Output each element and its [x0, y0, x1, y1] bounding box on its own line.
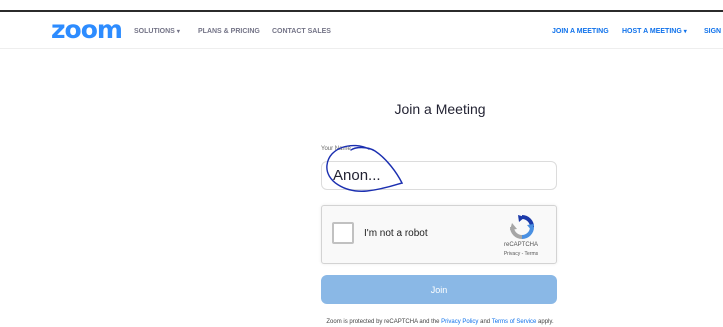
- recaptcha-widget: I'm not a robot reCAPTCHA Privacy - Term…: [321, 205, 557, 264]
- recaptcha-footer: Zoom is protected by reCAPTCHA and the P…: [0, 319, 723, 325]
- nav-plans-pricing[interactable]: PLANS & PRICING: [198, 28, 260, 35]
- recaptcha-brand: reCAPTCHA: [503, 242, 538, 248]
- nav-join-meeting[interactable]: JOIN A MEETING: [552, 28, 609, 35]
- page-title: Join a Meeting: [394, 101, 486, 117]
- terms-of-service-link[interactable]: Terms of Service: [492, 319, 537, 325]
- your-name-input[interactable]: [321, 161, 557, 190]
- chevron-down-icon: ▾: [176, 29, 180, 35]
- your-name-label: Your Name: [321, 146, 351, 152]
- nav-solutions-label: SOLUTIONS: [134, 28, 175, 35]
- chevron-down-icon: ▾: [683, 29, 687, 35]
- nav-sign-in[interactable]: SIGN: [704, 28, 721, 35]
- recaptcha-checkbox[interactable]: [332, 222, 354, 244]
- nav-host-meeting-label: HOST A MEETING: [622, 28, 682, 35]
- nav-solutions[interactable]: SOLUTIONS ▾: [134, 28, 180, 35]
- footer-text-prefix: Zoom is protected by reCAPTCHA and the: [326, 319, 442, 325]
- recaptcha-logo-icon: [510, 215, 534, 239]
- recaptcha-checkbox-label: I'm not a robot: [364, 228, 428, 239]
- privacy-policy-link[interactable]: Privacy Policy: [441, 319, 478, 325]
- footer-text-suffix: apply.: [536, 319, 554, 325]
- site-header: zoom SOLUTIONS ▾ PLANS & PRICING CONTACT …: [0, 12, 723, 49]
- footer-text-middle: and: [478, 319, 492, 325]
- nav-host-meeting[interactable]: HOST A MEETING ▾: [622, 28, 687, 35]
- zoom-logo[interactable]: zoom: [51, 16, 123, 44]
- recaptcha-privacy-terms[interactable]: Privacy - Terms: [489, 251, 553, 257]
- nav-contact-sales[interactable]: CONTACT SALES: [272, 28, 331, 35]
- join-button[interactable]: Join: [321, 275, 557, 304]
